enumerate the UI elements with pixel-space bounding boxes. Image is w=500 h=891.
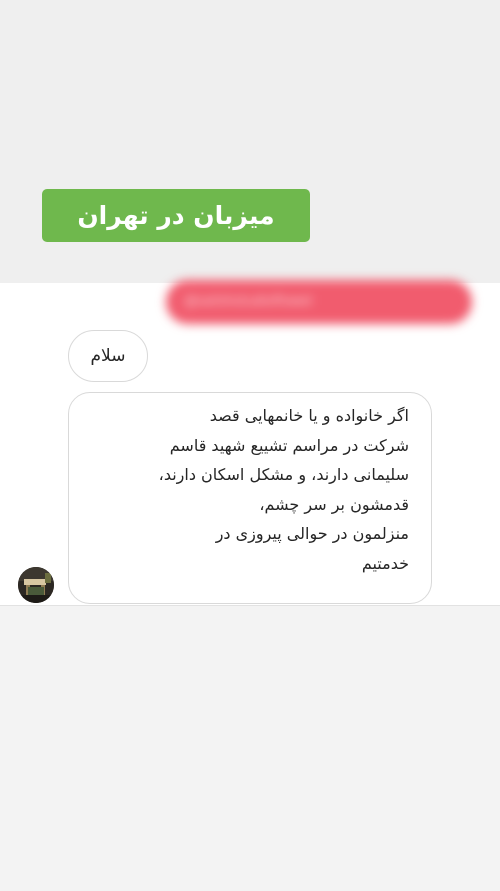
avatar-icon: [18, 567, 54, 603]
story-background-bottom: [0, 605, 500, 891]
blurred-reply-text: @sailshstudioflowel: [184, 294, 313, 309]
story-title-badge: میزبان در تهران: [42, 189, 310, 242]
message-line: سلیمانی دارند، و مشکل اسکان دارند،: [158, 465, 409, 484]
message-line: اگر خانواده و یا خانمهایی قصد: [209, 406, 409, 425]
message-line: شرکت در مراسم تشییع شهید قاسم: [169, 435, 409, 455]
greeting-message-bubble[interactable]: سلام: [68, 330, 148, 382]
message-line: خدمتیم: [361, 553, 409, 573]
message-line: قدمشون بر سر چشم،: [259, 494, 409, 514]
blurred-reply-bubble: @sailshstudioflowel: [166, 280, 472, 324]
message-line: منزلمون در حوالی پیروزی در: [215, 524, 409, 543]
message-bubble[interactable]: اگر خانواده و یا خانمهایی قصد شرکت در مر…: [68, 392, 432, 604]
sender-avatar[interactable]: [18, 567, 54, 603]
